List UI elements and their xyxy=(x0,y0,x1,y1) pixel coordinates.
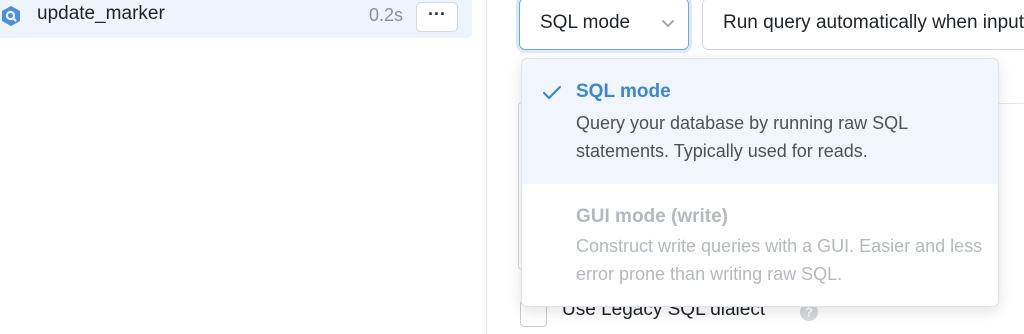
mode-select[interactable]: SQL mode xyxy=(519,0,689,50)
query-icon xyxy=(2,6,20,26)
checkmark-icon xyxy=(542,85,562,100)
mode-select-value: SQL mode xyxy=(540,12,631,33)
menu-option-description: Query your database by running raw SQL s… xyxy=(576,113,908,161)
menu-option-sql-mode[interactable]: SQL mode Query your database by running … xyxy=(522,59,998,184)
query-editor: update_marker 0.2s ··· SQL mode Run quer… xyxy=(0,0,1024,334)
run-trigger-select[interactable]: Run query automatically when inputs chan… xyxy=(702,0,1024,50)
mode-dropdown-menu: SQL mode Query your database by running … xyxy=(521,58,999,307)
menu-option-gui-mode: GUI mode (write) Construct write queries… xyxy=(522,184,998,306)
query-name: update_marker xyxy=(37,3,165,24)
run-trigger-value: Run query automatically when inputs chan… xyxy=(723,12,1024,33)
panel-divider xyxy=(486,0,487,334)
query-duration: 0.2s xyxy=(369,5,404,25)
menu-option-title: SQL mode xyxy=(576,81,671,102)
query-list-item[interactable]: update_marker 0.2s ··· xyxy=(0,0,472,38)
separator-line xyxy=(996,103,1024,104)
menu-option-description: Construct write queries with a GUI. Easi… xyxy=(576,236,983,284)
menu-option-title: GUI mode (write) xyxy=(576,206,729,227)
chevron-down-icon xyxy=(662,20,674,27)
more-options-button[interactable]: ··· xyxy=(416,2,458,32)
